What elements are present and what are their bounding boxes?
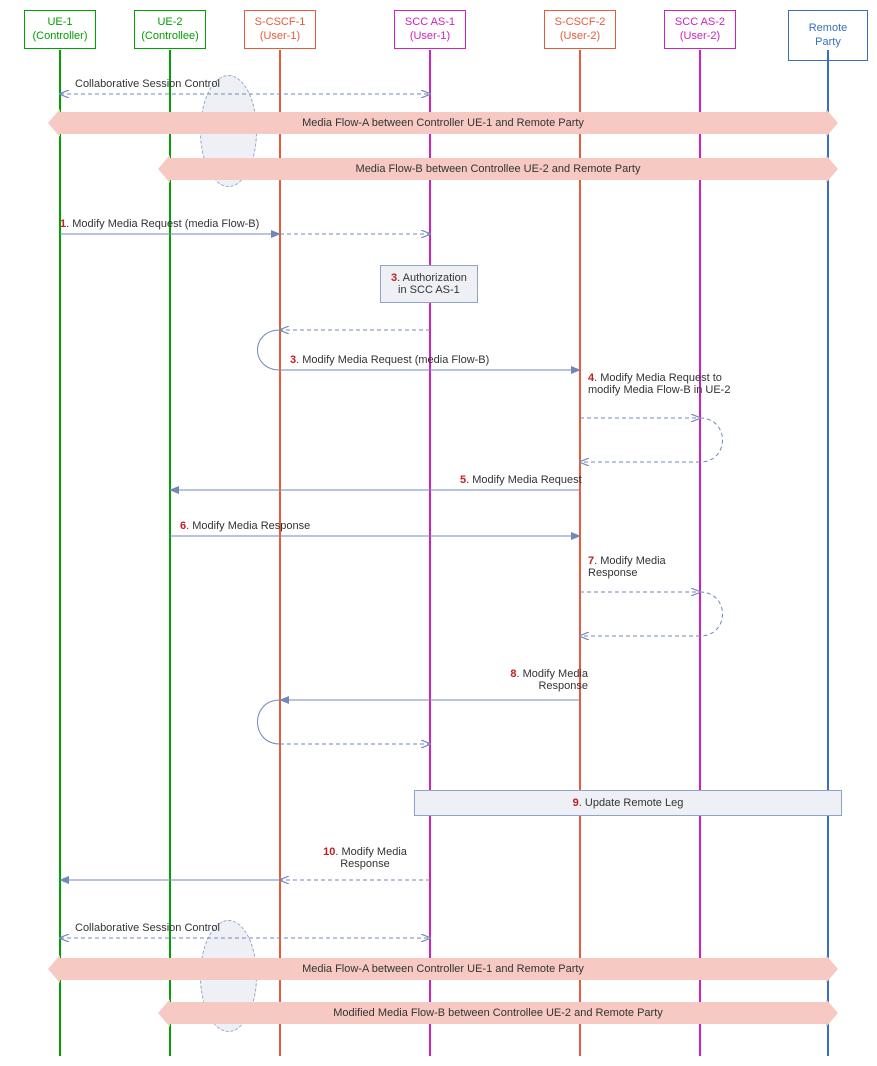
lifeline-ue1 — [59, 50, 61, 1056]
flow-media-a2: Media Flow-A between Controller UE-1 and… — [60, 958, 826, 980]
step6-text: . Modify Media Response — [186, 520, 310, 532]
lifeline-remote — [827, 50, 829, 1056]
actor-ue2: UE-2 (Controllee) — [134, 10, 206, 49]
actor-scscf1: S-CSCF-1 (User-1) — [244, 10, 316, 49]
flow-media-b-label: Media Flow-B between Controllee UE-2 and… — [356, 163, 641, 175]
step9-text: . Update Remote Leg — [579, 797, 684, 809]
flow-media-a2-label: Media Flow-A between Controller UE-1 and… — [302, 963, 584, 975]
step10-label: 10. Modify Media Response — [315, 846, 415, 870]
lifeline-scscf2 — [579, 50, 581, 1056]
step5-text: . Modify Media Request — [466, 474, 582, 486]
lifeline-ue2 — [169, 50, 171, 1056]
step8-label: 8. Modify Media Response — [488, 668, 588, 692]
step7-text: . Modify Media Response — [588, 555, 666, 579]
actor-sccas2-sub: (User-2) — [671, 29, 729, 43]
actor-ue2-sub: (Controllee) — [141, 29, 199, 43]
actor-ue1-sub: (Controller) — [31, 29, 89, 43]
actor-ue1-title: UE-1 — [31, 15, 89, 29]
step8-text: . Modify Media Response — [516, 668, 588, 692]
step7-label: 7. Modify Media Response — [588, 555, 688, 579]
flow-media-b2-label: Modified Media Flow-B between Controllee… — [333, 1007, 663, 1019]
step9-box: 9. Update Remote Leg — [414, 790, 842, 816]
step4-text: . Modify Media Request to modify Media F… — [588, 372, 730, 396]
actor-sccas1-sub: (User-1) — [401, 29, 459, 43]
actor-scscf2-title: S-CSCF-2 — [551, 15, 609, 29]
step1-text: . Modify Media Request (media Flow-B) — [66, 218, 259, 230]
step10-num: 10 — [323, 846, 335, 858]
actor-scscf2-sub: (User-2) — [551, 29, 609, 43]
actor-sccas2-title: SCC AS-2 — [671, 15, 729, 29]
flow-media-a-label: Media Flow-A between Controller UE-1 and… — [302, 117, 584, 129]
step2-text: . Authorizationin SCC AS-1 — [397, 272, 467, 296]
actor-sccas1: SCC AS-1 (User-1) — [394, 10, 466, 49]
actor-ue1: UE-1 (Controller) — [24, 10, 96, 49]
actor-sccas1-title: SCC AS-1 — [401, 15, 459, 29]
lifeline-sccas1 — [429, 50, 431, 1056]
actor-ue2-title: UE-2 — [141, 15, 199, 29]
actor-scscf2: S-CSCF-2 (User-2) — [544, 10, 616, 49]
label-csc-bottom: Collaborative Session Control — [75, 922, 220, 934]
step4-label: 4. Modify Media Request to modify Media … — [588, 372, 738, 396]
sequence-diagram: UE-1 (Controller) UE-2 (Controllee) S-CS… — [0, 0, 877, 1066]
step3-text: . Modify Media Request (media Flow-B) — [296, 354, 489, 366]
flow-media-a: Media Flow-A between Controller UE-1 and… — [60, 112, 826, 134]
step2-box: 3. Authorizationin SCC AS-1 — [380, 265, 478, 303]
label-csc-top: Collaborative Session Control — [75, 78, 220, 90]
step3-label: 3. Modify Media Request (media Flow-B) — [290, 354, 489, 366]
step1-label: 1. Modify Media Request (media Flow-B) — [60, 218, 259, 230]
lifeline-sccas2 — [699, 50, 701, 1056]
flow-media-b: Media Flow-B between Controllee UE-2 and… — [170, 158, 826, 180]
step6-label: 6. Modify Media Response — [180, 520, 310, 532]
actor-scscf1-sub: (User-1) — [251, 29, 309, 43]
actor-scscf1-title: S-CSCF-1 — [251, 15, 309, 29]
actor-remote-title: Remote Party — [795, 21, 861, 50]
actor-sccas2: SCC AS-2 (User-2) — [664, 10, 736, 49]
step5-label: 5. Modify Media Request — [460, 474, 582, 486]
step10-text: . Modify Media Response — [335, 846, 407, 870]
flow-media-b2: Modified Media Flow-B between Controllee… — [170, 1002, 826, 1024]
lifeline-scscf1 — [279, 50, 281, 1056]
